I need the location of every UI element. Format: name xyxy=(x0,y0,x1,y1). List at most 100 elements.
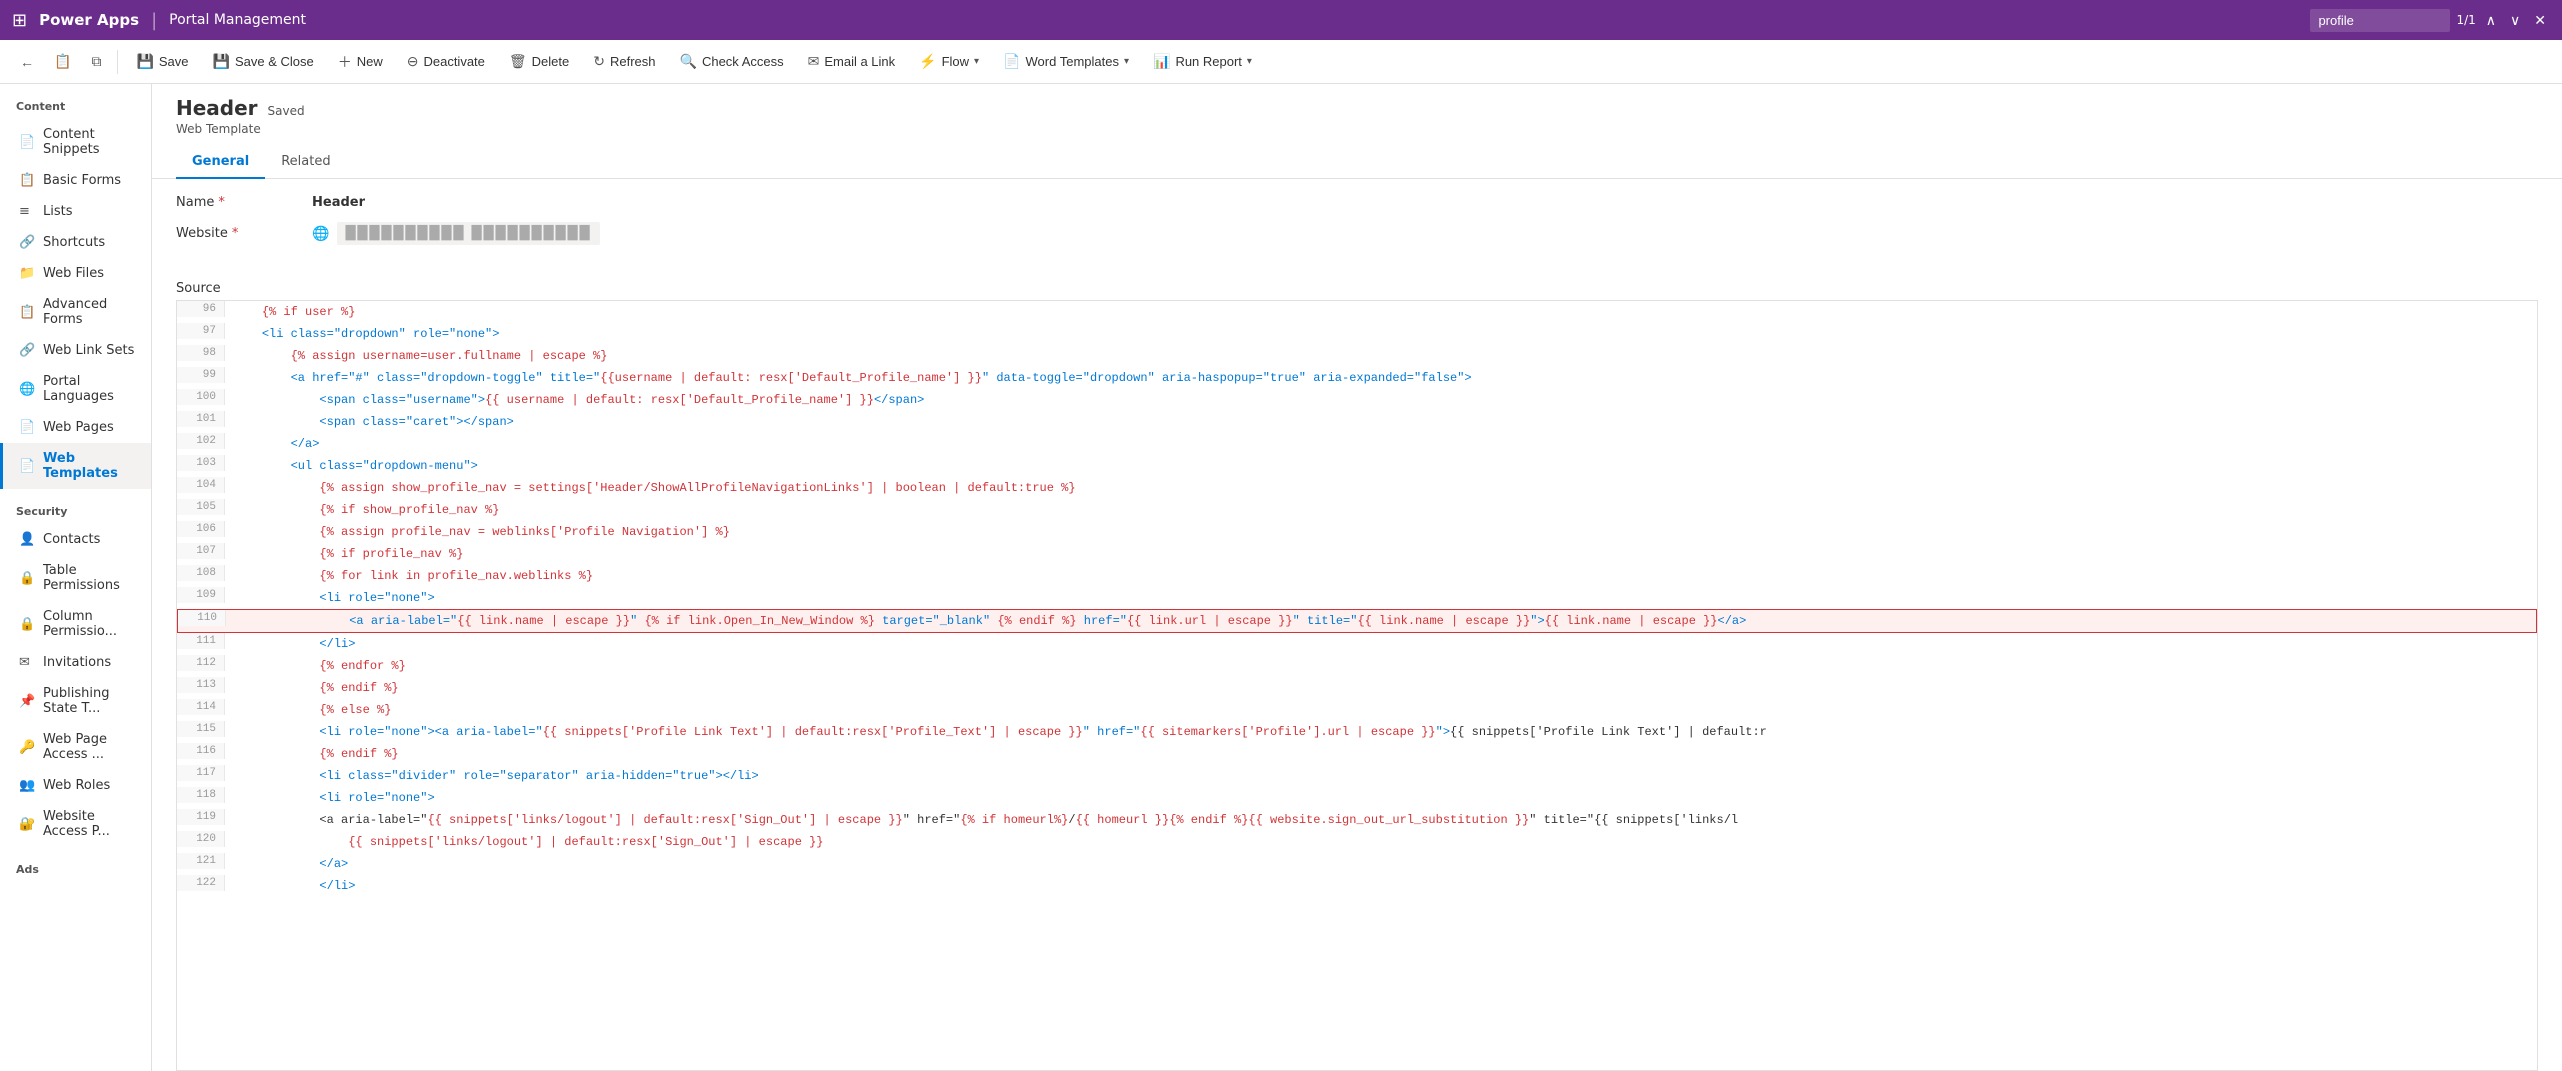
code-line-99[interactable]: 99 <a href="#" class="dropdown-toggle" t… xyxy=(177,367,2537,389)
sidebar-item-content-1[interactable]: 📋Basic Forms xyxy=(0,165,151,196)
code-line-100[interactable]: 100 <span class="username">{{ username |… xyxy=(177,389,2537,411)
sidebar-item-security-0[interactable]: 👤Contacts xyxy=(0,524,151,555)
save-close-label: Save & Close xyxy=(235,54,314,69)
notes-button[interactable]: 📋 xyxy=(46,47,79,76)
line-content: {% if user %} xyxy=(225,301,2537,323)
sidebar-item-security-7[interactable]: 🔐Website Access P... xyxy=(0,801,151,847)
run-report-button[interactable]: 📊 Run Report ▾ xyxy=(1143,47,1262,76)
code-line-105[interactable]: 105 {% if show_profile_nav %} xyxy=(177,499,2537,521)
sidebar-item-label: Shortcuts xyxy=(43,235,105,250)
code-line-113[interactable]: 113 {% endif %} xyxy=(177,677,2537,699)
sidebar-item-security-3[interactable]: ✉Invitations xyxy=(0,647,151,678)
delete-button[interactable]: 🗑 Delete xyxy=(499,47,579,76)
code-line-119[interactable]: 119 <a aria-label="{{ snippets['links/lo… xyxy=(177,809,2537,831)
sidebar-icon: 🌐 xyxy=(19,382,35,397)
line-number: 102 xyxy=(177,433,225,449)
line-number: 122 xyxy=(177,875,225,891)
line-content: </a> xyxy=(225,853,2537,875)
flow-button[interactable]: ⚡ Flow ▾ xyxy=(909,47,989,76)
code-line-108[interactable]: 108 {% for link in profile_nav.weblinks … xyxy=(177,565,2537,587)
code-line-107[interactable]: 107 {% if profile_nav %} xyxy=(177,543,2537,565)
line-number: 115 xyxy=(177,721,225,737)
code-editor[interactable]: 96 {% if user %}97 <li class="dropdown" … xyxy=(176,300,2538,1071)
save-label: Save xyxy=(159,54,189,69)
code-line-103[interactable]: 103 <ul class="dropdown-menu"> xyxy=(177,455,2537,477)
sidebar-icon: 📄 xyxy=(19,459,35,474)
line-content: {{ snippets['links/logout'] | default:re… xyxy=(225,831,2537,853)
sidebar-item-security-5[interactable]: 🔑 Web Page Access ... xyxy=(0,724,151,770)
sidebar-item-security-6[interactable]: 👥Web Roles xyxy=(0,770,151,801)
code-line-104[interactable]: 104 {% assign show_profile_nav = setting… xyxy=(177,477,2537,499)
code-line-110[interactable]: 110 <a aria-label="{{ link.name | escape… xyxy=(177,609,2537,633)
sidebar-item-label: Basic Forms xyxy=(43,173,121,188)
sidebar: Content 📄Content Snippets📋Basic Forms≡Li… xyxy=(0,84,152,1071)
deactivate-button[interactable]: ⊖ Deactivate xyxy=(397,47,495,76)
tab-general[interactable]: General xyxy=(176,146,265,179)
code-line-101[interactable]: 101 <span class="caret"></span> xyxy=(177,411,2537,433)
sidebar-item-content-3[interactable]: 🔗Shortcuts xyxy=(0,227,151,258)
code-line-109[interactable]: 109 <li role="none"> xyxy=(177,587,2537,609)
command-bar: ← 📋 ⧉ 💾 Save 💾 Save & Close ＋ New ⊖ Deac… xyxy=(0,40,2562,84)
sidebar-item-content-4[interactable]: 📁Web Files xyxy=(0,258,151,289)
sidebar-item-content-8[interactable]: 📄Web Pages xyxy=(0,412,151,443)
sidebar-item-security-2[interactable]: 🔒Column Permissio... xyxy=(0,601,151,647)
line-content: </a> xyxy=(225,433,2537,455)
waffle-menu[interactable]: ⊞ xyxy=(12,10,27,31)
sidebar-item-label: Advanced Forms xyxy=(43,297,135,327)
code-line-114[interactable]: 114 {% else %} xyxy=(177,699,2537,721)
new-window-button[interactable]: ⧉ xyxy=(83,47,109,76)
search-next-button[interactable]: ∨ xyxy=(2506,10,2524,31)
code-line-112[interactable]: 112 {% endfor %} xyxy=(177,655,2537,677)
code-line-111[interactable]: 111 </li> xyxy=(177,633,2537,655)
back-button[interactable]: ← xyxy=(12,48,42,76)
new-icon: ＋ xyxy=(338,52,352,72)
line-number: 98 xyxy=(177,345,225,361)
sidebar-item-content-7[interactable]: 🌐Portal Languages xyxy=(0,366,151,412)
line-number: 119 xyxy=(177,809,225,825)
word-templates-button[interactable]: 📄 Word Templates ▾ xyxy=(993,47,1139,76)
sidebar-item-content-0[interactable]: 📄Content Snippets xyxy=(0,119,151,165)
sidebar-item-label: Lists xyxy=(43,204,73,219)
code-line-102[interactable]: 102 </a> xyxy=(177,433,2537,455)
sidebar-item-content-6[interactable]: 🔗Web Link Sets xyxy=(0,335,151,366)
line-number: 111 xyxy=(177,633,225,649)
save-button[interactable]: 💾 Save xyxy=(126,47,198,76)
check-access-button[interactable]: 🔍 Check Access xyxy=(670,47,794,76)
refresh-button[interactable]: ↻ Refresh xyxy=(583,47,665,76)
sidebar-icon: 🔑 xyxy=(19,740,35,755)
code-line-98[interactable]: 98 {% assign username=user.fullname | es… xyxy=(177,345,2537,367)
tab-related[interactable]: Related xyxy=(265,146,346,179)
code-line-106[interactable]: 106 {% assign profile_nav = weblinks['Pr… xyxy=(177,521,2537,543)
save-close-icon: 💾 xyxy=(213,53,230,70)
sidebar-item-label: Website Access P... xyxy=(43,809,135,839)
code-line-122[interactable]: 122 </li> xyxy=(177,875,2537,897)
email-link-button[interactable]: ✉ Email a Link xyxy=(798,47,906,76)
check-access-icon: 🔍 xyxy=(680,53,697,70)
sidebar-item-content-9[interactable]: 📄Web Templates xyxy=(0,443,151,489)
code-line-115[interactable]: 115 <li role="none"><a aria-label="{{ sn… xyxy=(177,721,2537,743)
line-content: <span class="caret"></span> xyxy=(225,411,2537,433)
sidebar-item-label: Web Page Access ... xyxy=(43,732,135,762)
code-line-121[interactable]: 121 </a> xyxy=(177,853,2537,875)
line-number: 116 xyxy=(177,743,225,759)
new-button[interactable]: ＋ New xyxy=(328,46,393,78)
code-line-118[interactable]: 118 <li role="none"> xyxy=(177,787,2537,809)
search-input[interactable] xyxy=(2310,9,2450,32)
sidebar-item-content-2[interactable]: ≡Lists xyxy=(0,196,151,227)
sidebar-item-security-1[interactable]: 🔒Table Permissions xyxy=(0,555,151,601)
code-line-117[interactable]: 117 <li class="divider" role="separator"… xyxy=(177,765,2537,787)
code-line-120[interactable]: 120 {{ snippets['links/logout'] | defaul… xyxy=(177,831,2537,853)
website-value-container: 🌐 ██████████ ██████████ xyxy=(312,222,600,245)
search-close-button[interactable]: ✕ xyxy=(2530,10,2550,31)
code-line-97[interactable]: 97 <li class="dropdown" role="none"> xyxy=(177,323,2537,345)
code-line-116[interactable]: 116 {% endif %} xyxy=(177,743,2537,765)
line-number: 110 xyxy=(178,610,226,626)
save-close-button[interactable]: 💾 Save & Close xyxy=(203,47,324,76)
search-prev-button[interactable]: ∧ xyxy=(2482,10,2500,31)
flow-dropdown-arrow: ▾ xyxy=(974,56,979,67)
code-line-96[interactable]: 96 {% if user %} xyxy=(177,301,2537,323)
sidebar-item-security-4[interactable]: 📌Publishing State T... xyxy=(0,678,151,724)
sidebar-item-content-5[interactable]: 📋Advanced Forms xyxy=(0,289,151,335)
top-bar: ⊞ Power Apps | Portal Management 1/1 ∧ ∨… xyxy=(0,0,2562,40)
form-area: Name * Header Website * 🌐 ██████████ ███… xyxy=(152,179,2562,273)
